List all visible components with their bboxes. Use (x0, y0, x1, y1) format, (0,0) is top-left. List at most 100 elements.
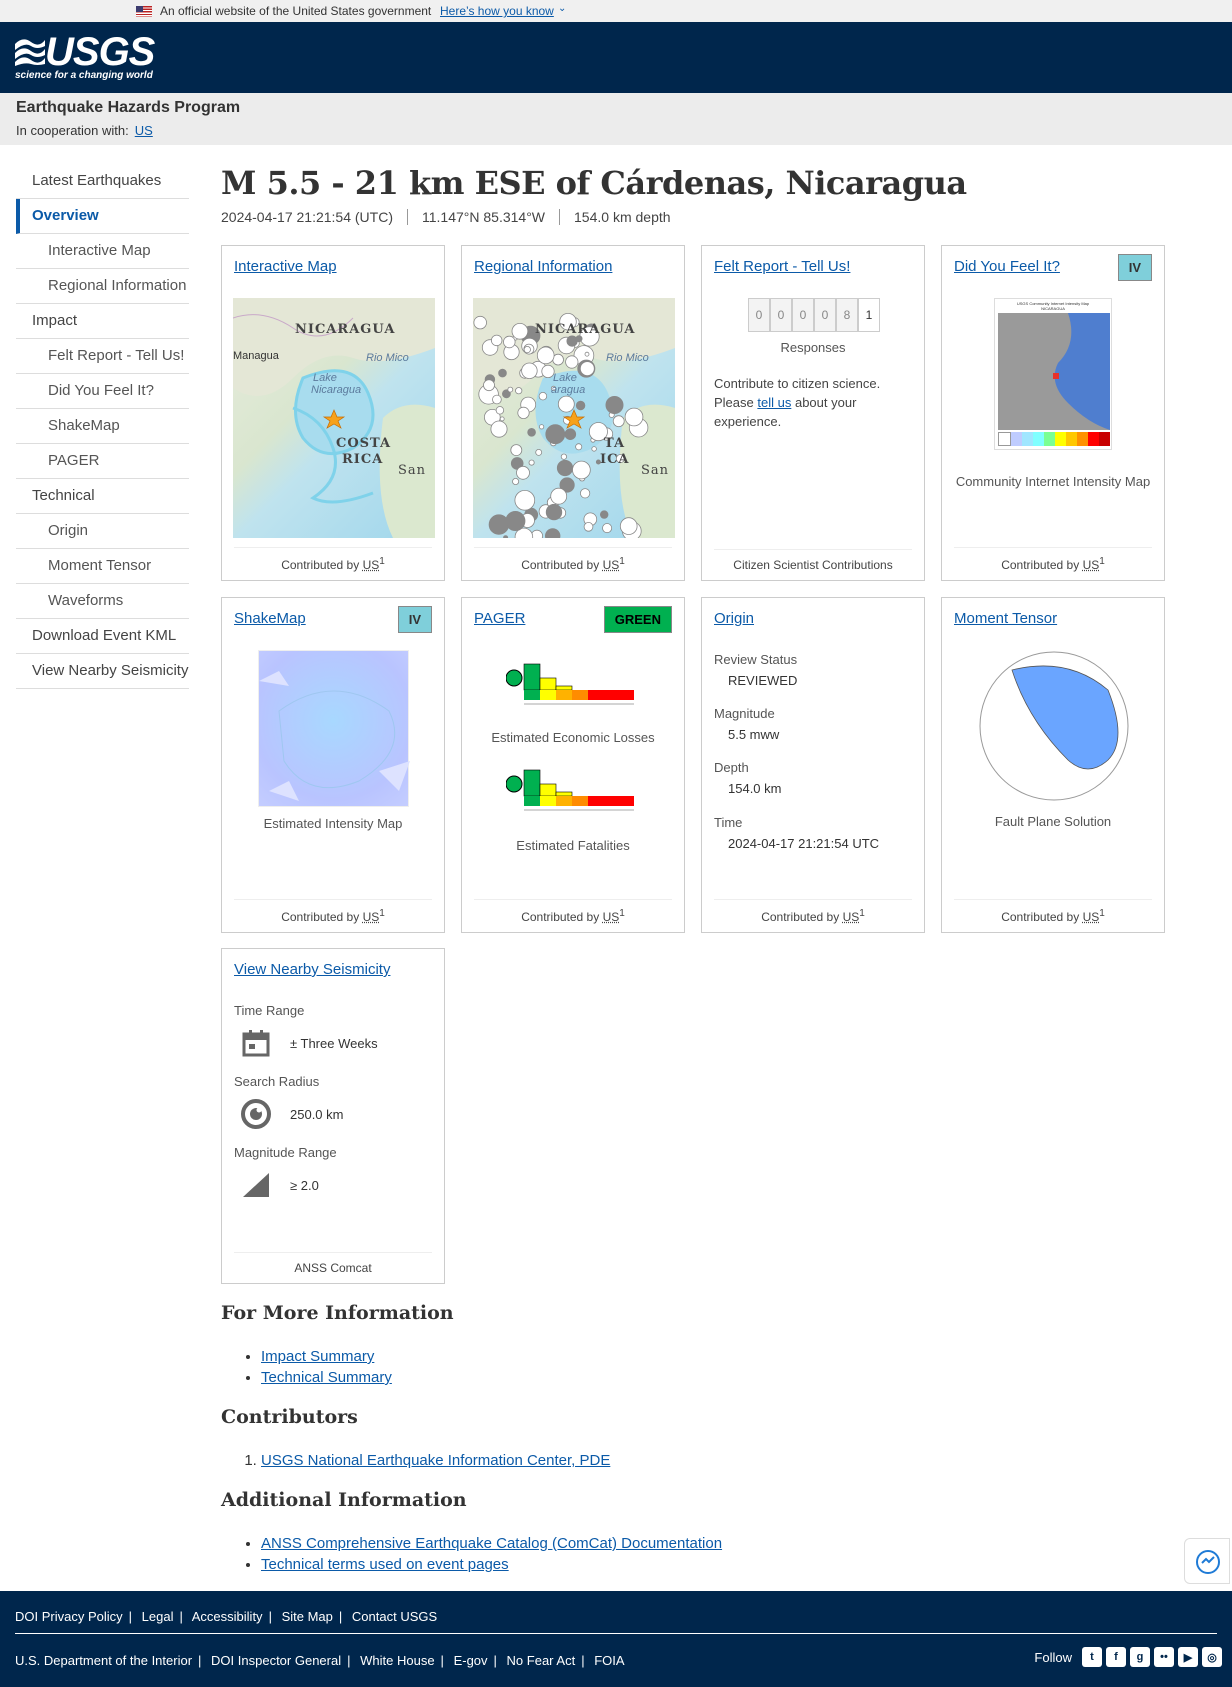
footer-links-secondary: U.S. Department of the Interior | DOI Ins… (15, 1653, 625, 1668)
card-title-link[interactable]: PAGER (474, 610, 525, 627)
seismicity-circle (619, 517, 638, 535)
instagram-icon[interactable]: ◎ (1202, 1647, 1222, 1667)
event-depth: 154.0 km depth (559, 209, 685, 225)
card-title-link[interactable]: Interactive Map (234, 258, 337, 275)
sidebar-item-latest[interactable]: Latest Earthquakes (16, 164, 189, 199)
seismicity-circle (514, 490, 536, 511)
search-radius: Search Radius 250.0 km (234, 1074, 343, 1131)
github-icon[interactable]: g (1130, 1647, 1150, 1667)
card-title-link[interactable]: Did You Feel It? (954, 258, 1060, 275)
contributor-abbr: US (1082, 910, 1100, 924)
card-footer: Contributed by US1 (474, 899, 672, 924)
card-title-link[interactable]: Regional Information (474, 258, 612, 275)
map-label: San (398, 463, 427, 478)
seismicity-circle (483, 379, 495, 392)
seismicity-circle (539, 424, 545, 430)
map-label: Nicaragua (311, 384, 362, 396)
response-digit: 8 (836, 298, 858, 332)
sidebar-item-dyfi[interactable]: Did You Feel It? (16, 374, 189, 409)
gov-banner: An official website of the United States… (0, 0, 1232, 22)
seismicity-circle (599, 510, 609, 519)
footer-link[interactable]: White House (360, 1653, 434, 1668)
footer-link[interactable]: E-gov (454, 1653, 488, 1668)
event-meta: 2024-04-17 21:21:54 (UTC) 11.147°N 85.314… (221, 209, 685, 225)
technical-summary-link[interactable]: Technical Summary (261, 1369, 392, 1386)
sidebar-item-impact[interactable]: Impact (16, 304, 189, 339)
regional-map-thumbnail[interactable]: NICARAGUA Rio Mico Lake aragua TA ICA Sa… (473, 298, 675, 538)
sidebar-item-interactive-map[interactable]: Interactive Map (16, 234, 189, 269)
footer-link[interactable]: Site Map (282, 1609, 333, 1624)
interactive-map-thumbnail[interactable]: NICARAGUA Managua Rio Mico Lake Nicaragu… (233, 298, 435, 538)
sidebar-item-shakemap[interactable]: ShakeMap (16, 409, 189, 444)
contributor-link[interactable]: USGS National Earthquake Information Cen… (261, 1452, 610, 1469)
pager-fatality-histogram[interactable] (506, 764, 646, 818)
card-shakemap: ShakeMap IV Estimated Intensity Map Cont… (221, 597, 445, 933)
contributor-abbr: US (362, 558, 380, 572)
sidebar-item-felt-report[interactable]: Felt Report - Tell Us! (16, 339, 189, 374)
footer-links-primary: DOI Privacy Policy | Legal | Accessibility… (15, 1609, 438, 1624)
sidebar-item-technical[interactable]: Technical (16, 479, 189, 514)
follow-label: Follow (1034, 1649, 1072, 1665)
feedback-icon (1196, 1550, 1220, 1574)
sidebar-item-origin[interactable]: Origin (16, 514, 189, 549)
seismicity-circle (580, 488, 591, 499)
card-footer: Contributed by US1 (954, 899, 1152, 924)
seismicity-circle (495, 406, 505, 415)
footer-link[interactable]: Contact USGS (352, 1609, 437, 1624)
card-footer: Contributed by US1 (714, 899, 912, 924)
footer-link[interactable]: Legal (142, 1609, 174, 1624)
sidebar-item-overview[interactable]: Overview (16, 199, 189, 234)
contributor-abbr: US (602, 558, 620, 572)
seismicity-circle (492, 394, 502, 405)
dyfi-map-thumbnail[interactable]: USGS Community Internet Intensity Map NI… (994, 298, 1112, 450)
card-title-link[interactable]: Felt Report - Tell Us! (714, 258, 850, 275)
technical-terms-link[interactable]: Technical terms used on event pages (261, 1556, 509, 1573)
sidebar-item-pager[interactable]: PAGER (16, 444, 189, 479)
twitter-icon[interactable]: t (1082, 1647, 1102, 1667)
footer-link[interactable]: Accessibility (192, 1609, 263, 1624)
flickr-icon[interactable]: •• (1154, 1647, 1174, 1667)
contributors-list: USGS National Earthquake Information Cen… (261, 1450, 610, 1471)
footer-link[interactable]: No Fear Act (507, 1653, 576, 1668)
list-item: Impact Summary (261, 1346, 392, 1367)
footer-link[interactable]: U.S. Department of the Interior (15, 1653, 192, 1668)
impact-summary-link[interactable]: Impact Summary (261, 1348, 374, 1365)
pager-loss-histogram[interactable] (506, 658, 646, 712)
facebook-icon[interactable]: f (1106, 1647, 1126, 1667)
shakemap-thumbnail[interactable] (258, 650, 410, 807)
card-interactive-map: Interactive Map NICARAGUA Managua Rio Mi… (221, 245, 445, 581)
seismicity-circle (575, 443, 583, 451)
origin-review-status: Review Status REVIEWED (714, 652, 798, 688)
sidebar-item-download-kml[interactable]: Download Event KML (16, 619, 189, 654)
seismicity-circle (605, 396, 624, 415)
card-footer: Contributed by US1 (474, 547, 672, 572)
pager-fatality-caption: Estimated Fatalities (516, 838, 630, 853)
youtube-icon[interactable]: ▶ (1178, 1647, 1198, 1667)
card-title-link[interactable]: ShakeMap (234, 610, 306, 627)
feedback-button[interactable] (1184, 1538, 1230, 1584)
card-title-link[interactable]: Origin (714, 610, 754, 627)
comcat-docs-link[interactable]: ANSS Comprehensive Earthquake Catalog (C… (261, 1535, 722, 1552)
card-footer: Contributed by US1 (234, 547, 432, 572)
sidebar-item-nearby[interactable]: View Nearby Seismicity (16, 654, 189, 689)
seismicity-circle (528, 459, 535, 466)
response-digit: 0 (748, 298, 770, 332)
tell-us-link[interactable]: tell us (757, 395, 791, 410)
sidebar-item-waveforms[interactable]: Waveforms (16, 584, 189, 619)
seismicity-circle (564, 428, 577, 441)
footer-link[interactable]: FOIA (594, 1653, 624, 1668)
shakemap-caption: Estimated Intensity Map (263, 816, 403, 831)
card-title-link[interactable]: View Nearby Seismicity (234, 961, 390, 978)
footer-link[interactable]: DOI Inspector General (211, 1653, 341, 1668)
sidebar-item-regional-info[interactable]: Regional Information (16, 269, 189, 304)
chevron-down-icon[interactable]: ⌄ (558, 3, 566, 14)
card-nearby-seismicity: View Nearby Seismicity Time Range ± Thre… (221, 948, 445, 1284)
sidebar-item-moment-tensor[interactable]: Moment Tensor (16, 549, 189, 584)
coop-link[interactable]: US (135, 123, 153, 138)
how-you-know-link[interactable]: Here’s how you know (440, 4, 554, 18)
card-title-link[interactable]: Moment Tensor (954, 610, 1057, 627)
footer-link[interactable]: DOI Privacy Policy (15, 1609, 123, 1624)
beachball-icon[interactable] (978, 650, 1130, 802)
map-label: Lake (313, 372, 337, 384)
usgs-logo[interactable]: USGS science for a changing world (15, 30, 155, 81)
